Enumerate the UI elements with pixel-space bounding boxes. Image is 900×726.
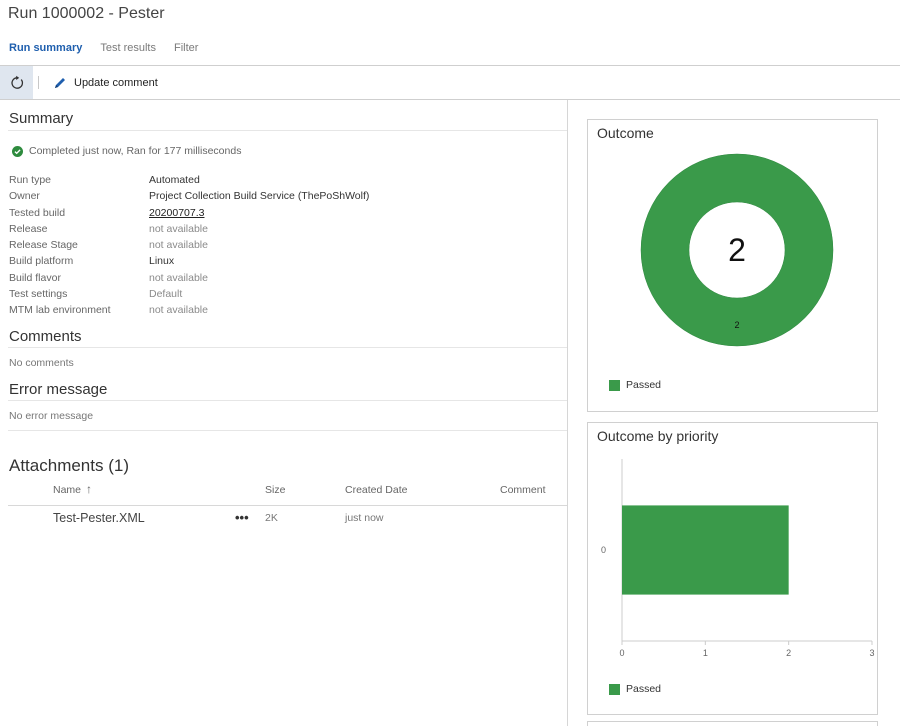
donut-slice-label: 2 bbox=[734, 320, 739, 330]
sort-ascending-arrow-icon: ↑ bbox=[86, 482, 93, 496]
property-row: Owner Project Collection Build Service (… bbox=[9, 188, 559, 204]
legend-label-passed: Passed bbox=[626, 379, 662, 391]
comments-divider bbox=[8, 347, 567, 348]
property-row: Release Stage not available bbox=[9, 237, 559, 253]
y-tick-label: 0 bbox=[601, 545, 606, 555]
property-row: Run type Automated bbox=[9, 172, 559, 188]
column-header-name[interactable]: Name ↑ bbox=[53, 482, 93, 496]
property-value: Linux bbox=[149, 255, 175, 268]
summary-heading: Summary bbox=[9, 110, 74, 127]
comments-empty-text: No comments bbox=[9, 357, 74, 369]
tab-bar: Run summary Test results Filter bbox=[9, 42, 198, 58]
run-properties: Run type Automated Owner Project Collect… bbox=[9, 172, 559, 318]
property-label: Build platform bbox=[9, 255, 74, 268]
property-row: Build flavor not available bbox=[9, 270, 559, 286]
error-message-heading: Error message bbox=[9, 381, 108, 398]
error-message-divider bbox=[8, 400, 567, 401]
column-header-comment[interactable]: Comment bbox=[500, 484, 546, 496]
property-row: Tested build 20200707.3 bbox=[9, 205, 559, 221]
property-label: MTM lab environment bbox=[9, 304, 111, 317]
attachment-created-date: just now bbox=[345, 512, 384, 524]
run-status: Completed just now, Ran for 177 millisec… bbox=[12, 145, 241, 157]
priority-legend[interactable]: Passed bbox=[609, 683, 661, 695]
property-value: not available bbox=[149, 304, 208, 317]
property-label: Build flavor bbox=[9, 271, 61, 284]
outcome-legend[interactable]: Passed bbox=[609, 379, 661, 391]
property-label: Test settings bbox=[9, 287, 68, 300]
more-actions-button[interactable]: ••• bbox=[235, 510, 249, 525]
property-row: Build platform Linux bbox=[9, 253, 559, 269]
property-value: not available bbox=[149, 239, 208, 252]
attachments-header-divider bbox=[8, 505, 567, 506]
property-value: not available bbox=[149, 271, 208, 284]
pane-divider[interactable] bbox=[567, 100, 568, 726]
error-message-bottom-divider bbox=[8, 430, 567, 431]
tested-build-link[interactable]: 20200707.3 bbox=[149, 207, 204, 219]
refresh-icon bbox=[10, 75, 23, 89]
column-header-size[interactable]: Size bbox=[265, 484, 285, 496]
comments-heading: Comments bbox=[9, 328, 82, 345]
page-title: Run 1000002 - Pester bbox=[8, 5, 165, 22]
outcome-by-priority-card: Outcome by priority 0 0 1 2 3 Passed bbox=[587, 422, 878, 715]
update-comment-label: Update comment bbox=[74, 77, 158, 89]
property-label: Owner bbox=[9, 190, 40, 203]
property-value: Automated bbox=[149, 174, 200, 187]
priority-card-title: Outcome by priority bbox=[597, 428, 719, 444]
toolbar: Update comment bbox=[0, 66, 900, 99]
outcome-donut-chart: 2 2 bbox=[640, 153, 834, 347]
attachments-heading: Attachments (1) bbox=[9, 456, 129, 475]
bar-passed-priority-0[interactable] bbox=[622, 505, 789, 595]
x-tick-label: 3 bbox=[869, 648, 874, 658]
property-row: Release not available bbox=[9, 221, 559, 237]
property-value: Project Collection Build Service (ThePoS… bbox=[149, 190, 370, 203]
donut-center-value: 2 bbox=[728, 232, 746, 268]
tab-run-summary[interactable]: Run summary bbox=[9, 42, 82, 58]
update-comment-button[interactable]: Update comment bbox=[53, 75, 158, 91]
run-status-text: Completed just now, Ran for 177 millisec… bbox=[29, 145, 242, 157]
property-value: Default bbox=[149, 287, 183, 300]
outcome-card-title: Outcome bbox=[597, 125, 654, 141]
legend-label-passed: Passed bbox=[626, 683, 662, 695]
next-card-edge bbox=[587, 721, 878, 726]
property-row: Test settings Default bbox=[9, 286, 559, 302]
error-message-empty-text: No error message bbox=[9, 410, 94, 422]
tab-filter[interactable]: Filter bbox=[174, 42, 198, 58]
attachment-size: 2K bbox=[265, 512, 278, 524]
tab-test-results[interactable]: Test results bbox=[100, 42, 156, 58]
x-tick-label: 2 bbox=[786, 648, 791, 658]
x-tick-label: 0 bbox=[619, 648, 624, 658]
property-label: Run type bbox=[9, 174, 52, 187]
run-details-pane: Summary Completed just now, Ran for 177 … bbox=[0, 100, 567, 726]
property-label: Release Stage bbox=[9, 239, 78, 252]
outcome-card: Outcome 2 2 Passed bbox=[587, 119, 878, 412]
attachment-name-link[interactable]: Test-Pester.XML bbox=[53, 511, 145, 525]
x-tick-label: 1 bbox=[703, 648, 708, 658]
check-circle-icon bbox=[12, 145, 23, 157]
legend-swatch-passed bbox=[609, 379, 620, 391]
priority-bar-chart: 0 0 1 2 3 bbox=[601, 459, 875, 658]
property-label: Release bbox=[9, 222, 48, 235]
property-value: not available bbox=[149, 222, 208, 235]
pencil-icon bbox=[55, 78, 65, 88]
summary-divider bbox=[8, 130, 567, 131]
refresh-button[interactable] bbox=[0, 66, 33, 99]
property-row: MTM lab environment not available bbox=[9, 302, 559, 318]
property-label: Tested build bbox=[9, 206, 66, 219]
column-header-created-date[interactable]: Created Date bbox=[345, 484, 407, 496]
toolbar-separator bbox=[38, 76, 39, 89]
legend-swatch-passed bbox=[609, 683, 620, 695]
column-header-name-label: Name bbox=[53, 484, 82, 496]
